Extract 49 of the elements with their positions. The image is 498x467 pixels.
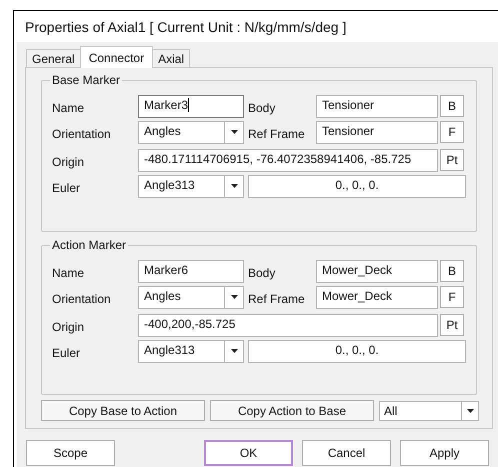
dialog-button[interactable]: Cancel bbox=[302, 440, 392, 466]
dialog-button[interactable]: OK bbox=[204, 440, 294, 466]
euler-angles-field[interactable]: 0., 0., 0. bbox=[248, 340, 466, 362]
name-field[interactable]: Marker3 bbox=[138, 94, 244, 118]
dialog-button[interactable]: Apply bbox=[400, 440, 490, 466]
dialog-button[interactable]: Scope bbox=[26, 440, 115, 466]
dropdown-arrow-icon bbox=[230, 130, 238, 134]
tab[interactable]: General bbox=[26, 49, 81, 67]
copy-scope-dropdown[interactable]: All bbox=[379, 400, 479, 420]
euler-dropdown[interactable]: Angle313 bbox=[138, 174, 244, 198]
dropdown-arrow-icon bbox=[230, 184, 238, 188]
body-pick-button[interactable]: B bbox=[440, 95, 464, 117]
origin-pick-button[interactable]: Pt bbox=[440, 149, 464, 171]
ref-frame-field[interactable]: Mower_Deck bbox=[316, 286, 438, 308]
field-label: Origin bbox=[52, 319, 86, 334]
orientation-dropdown[interactable]: Angles bbox=[138, 286, 244, 308]
body-field[interactable]: Mower_Deck bbox=[316, 260, 438, 282]
euler-angles-field[interactable]: 0., 0., 0. bbox=[248, 174, 466, 198]
group-title: Action Marker bbox=[50, 238, 128, 252]
field-label: Euler bbox=[52, 180, 82, 195]
body-pick-button[interactable]: B bbox=[440, 260, 464, 282]
group-title: Base Marker bbox=[50, 73, 122, 87]
field-label: Ref Frame bbox=[248, 126, 306, 141]
field-label: Body bbox=[248, 265, 276, 280]
origin-field[interactable]: -480.171114706915, -76.4072358941406, -85.725 bbox=[138, 148, 438, 172]
field-label: Euler bbox=[52, 345, 82, 360]
ref-frame-pick-button[interactable]: F bbox=[440, 286, 464, 308]
field-label: Ref Frame bbox=[248, 291, 306, 306]
field-label: Orientation bbox=[52, 126, 112, 141]
name-field[interactable]: Marker6 bbox=[138, 260, 244, 282]
body-field[interactable]: Tensioner bbox=[316, 94, 438, 118]
field-label: Name bbox=[52, 100, 86, 115]
field-label: Origin bbox=[52, 154, 86, 169]
field-label: Orientation bbox=[52, 291, 112, 306]
field-label: Body bbox=[248, 100, 276, 115]
dropdown-arrow-icon bbox=[466, 408, 474, 412]
copy-button[interactable]: Copy Base to Action bbox=[41, 400, 205, 421]
dropdown-arrow-icon bbox=[230, 295, 238, 299]
tab[interactable]: Axial bbox=[152, 49, 190, 67]
copy-button[interactable]: Copy Action to Base bbox=[210, 400, 374, 421]
ref-frame-field[interactable]: Tensioner bbox=[316, 120, 438, 144]
field-label: Name bbox=[52, 265, 86, 280]
tab[interactable]: Connector bbox=[80, 46, 154, 68]
ref-frame-pick-button[interactable]: F bbox=[440, 121, 464, 143]
origin-field[interactable]: -400,200,-85.725 bbox=[138, 314, 438, 336]
dropdown-arrow-icon bbox=[230, 349, 238, 353]
orientation-dropdown[interactable]: Angles bbox=[138, 120, 244, 144]
euler-dropdown[interactable]: Angle313 bbox=[138, 340, 244, 362]
origin-pick-button[interactable]: Pt bbox=[440, 314, 464, 336]
